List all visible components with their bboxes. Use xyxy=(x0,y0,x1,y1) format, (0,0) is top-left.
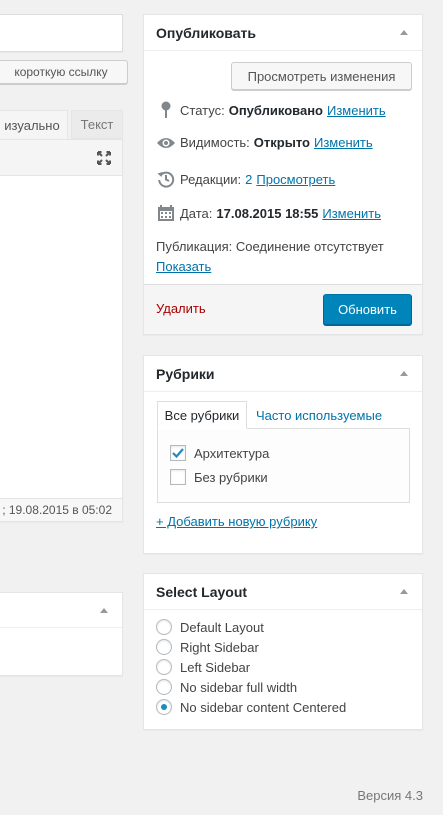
editor-tab-text[interactable]: Текст xyxy=(71,110,123,139)
collapse-arrow-icon[interactable] xyxy=(100,608,108,613)
get-shortlink-button[interactable]: короткую ссылку xyxy=(0,60,128,84)
layout-option-label: No sidebar content Centered xyxy=(180,699,347,715)
visibility-row: Видимость: Открыто Изменить xyxy=(156,135,373,150)
visibility-value: Открыто xyxy=(253,135,310,150)
history-icon xyxy=(156,170,176,188)
category-label: Архитектура xyxy=(194,445,270,461)
visibility-edit-link[interactable]: Изменить xyxy=(314,135,373,150)
layout-option[interactable]: Left Sidebar xyxy=(156,659,250,675)
status-label: Статус: xyxy=(180,102,225,118)
publish-header[interactable]: Опубликовать xyxy=(144,15,422,51)
status-row: Статус: Опубликовано Изменить xyxy=(156,101,386,119)
date-edit-link[interactable]: Изменить xyxy=(322,206,381,221)
layout-header[interactable]: Select Layout xyxy=(144,574,422,610)
layout-radio[interactable] xyxy=(156,679,172,695)
update-label: Обновить xyxy=(338,302,397,317)
show-link[interactable]: Показать xyxy=(156,259,211,274)
add-category-link[interactable]: + Добавить новую рубрику xyxy=(156,514,317,529)
layout-option-label: Default Layout xyxy=(180,619,264,635)
calendar-icon xyxy=(156,204,176,222)
editor-tab-visual[interactable]: изуально xyxy=(0,110,68,140)
collapse-arrow-icon[interactable] xyxy=(400,589,408,594)
layout-option[interactable]: Default Layout xyxy=(156,619,264,635)
layout-box: Select Layout Default Layout Right Sideb… xyxy=(143,573,423,730)
categories-list: Архитектура Без рубрики xyxy=(157,428,410,503)
category-checkbox[interactable] xyxy=(170,469,186,485)
preview-changes-button[interactable]: Просмотреть изменения xyxy=(231,62,412,90)
layout-radio[interactable] xyxy=(156,699,172,715)
last-edited-text: ; 19.08.2015 в 05:02 xyxy=(2,503,112,517)
categories-box: Рубрики Все рубрики Часто используемые А… xyxy=(143,355,423,554)
layout-option-label: Right Sidebar xyxy=(180,639,259,655)
categories-header[interactable]: Рубрики xyxy=(144,356,422,392)
editor-status-bar: ; 19.08.2015 в 05:02 xyxy=(0,498,122,521)
revisions-label: Редакции: xyxy=(180,171,242,187)
checkmark-icon xyxy=(172,448,184,459)
layout-radio[interactable] xyxy=(156,639,172,655)
category-item[interactable]: Без рубрики xyxy=(170,469,268,485)
get-shortlink-label: короткую ссылку xyxy=(14,65,108,79)
editor-toolbar xyxy=(0,140,122,176)
publish-box: Опубликовать Просмотреть изменения Стату… xyxy=(143,14,423,335)
editor-content-area[interactable] xyxy=(0,177,122,498)
tab-popular-categories-label: Часто используемые xyxy=(256,407,383,423)
category-item[interactable]: Архитектура xyxy=(170,445,269,461)
preview-changes-label: Просмотреть изменения xyxy=(247,68,396,84)
revisions-view-link[interactable]: Просмотреть xyxy=(256,172,335,187)
publication-status-text: Публикация: Соединение отсутствует xyxy=(156,239,384,254)
tab-all-categories-label: Все рубрики xyxy=(164,407,240,423)
layout-radio[interactable] xyxy=(156,659,172,675)
title-input-box[interactable] xyxy=(0,14,123,52)
layout-option[interactable]: No sidebar full width xyxy=(156,679,297,695)
visibility-label: Видимость: xyxy=(180,135,250,150)
layout-radio[interactable] xyxy=(156,619,172,635)
tab-popular-categories[interactable]: Часто используемые xyxy=(256,401,382,429)
layout-option-label: Left Sidebar xyxy=(180,659,251,675)
layout-option-label: No sidebar full width xyxy=(180,679,298,695)
status-edit-link[interactable]: Изменить xyxy=(327,103,386,118)
date-value: 17.08.2015 18:55 xyxy=(216,205,319,221)
publish-title: Опубликовать xyxy=(156,24,256,41)
date-row: Дата: 17.08.2015 18:55 Изменить xyxy=(156,204,381,222)
date-label: Дата: xyxy=(180,205,213,221)
radio-selected-dot xyxy=(161,704,167,710)
update-button[interactable]: Обновить xyxy=(323,294,412,325)
tab-all-categories[interactable]: Все рубрики xyxy=(157,401,247,429)
left-metabox xyxy=(0,592,123,676)
categories-title: Рубрики xyxy=(156,365,215,382)
revisions-count: 2 xyxy=(245,171,253,187)
collapse-arrow-icon[interactable] xyxy=(400,371,408,376)
eye-icon xyxy=(156,136,176,150)
editor-tab-text-label: Текст xyxy=(80,117,114,132)
left-metabox-header xyxy=(0,593,122,628)
pin-icon xyxy=(156,101,176,119)
layout-title: Select Layout xyxy=(156,583,248,600)
layout-option[interactable]: Right Sidebar xyxy=(156,639,259,655)
revisions-row: Редакции: 2 Просмотреть xyxy=(156,170,335,188)
fullscreen-icon[interactable] xyxy=(96,150,112,169)
layout-option[interactable]: No sidebar content Centered xyxy=(156,699,346,715)
category-label: Без рубрики xyxy=(194,469,268,485)
version-text: Версия 4.3 xyxy=(357,788,423,803)
editor-panel: ; 19.08.2015 в 05:02 xyxy=(0,139,123,522)
category-checkbox[interactable] xyxy=(170,445,186,461)
status-value: Опубликовано xyxy=(228,102,323,118)
publish-actions: Удалить Обновить xyxy=(144,284,422,334)
delete-link[interactable]: Удалить xyxy=(156,301,206,316)
collapse-arrow-icon[interactable] xyxy=(400,30,408,35)
editor-tab-visual-label: изуально xyxy=(4,118,60,133)
